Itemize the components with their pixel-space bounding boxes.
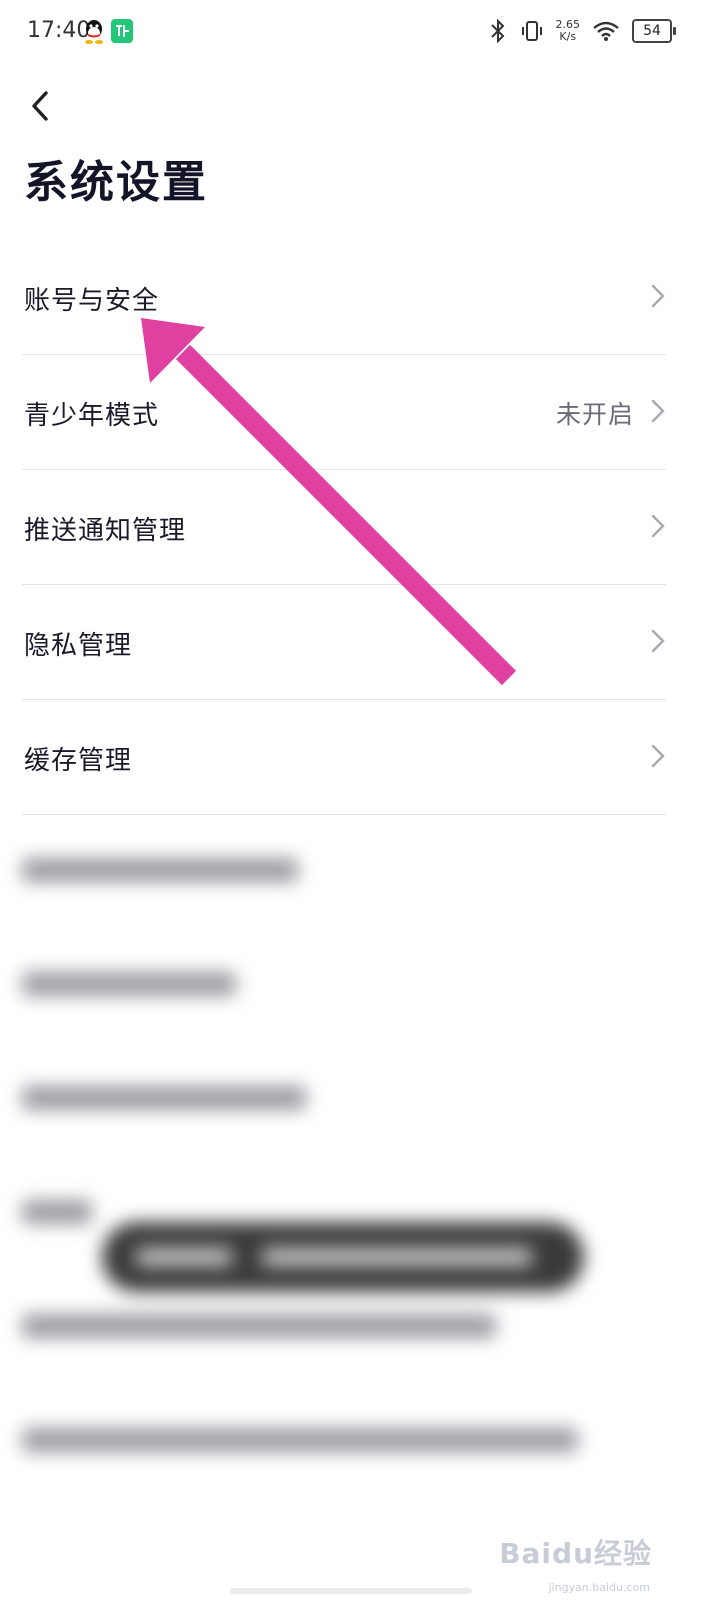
status-bar: 17:40 2.65 K/s 54 <box>0 0 702 64</box>
settings-item-value: 未开启 <box>555 400 634 429</box>
blurred-row <box>22 1040 666 1154</box>
network-speed-unit: K/s <box>559 30 577 43</box>
settings-item-label: 账号与安全 <box>24 286 160 316</box>
settings-item-cache[interactable]: 缓存管理 <box>22 700 666 815</box>
network-speed: 2.65 K/s <box>556 19 581 43</box>
settings-item-label: 青少年模式 <box>24 401 160 431</box>
page-title: 系统设置 <box>24 157 208 208</box>
chevron-right-icon <box>651 629 665 653</box>
vibrate-icon <box>521 21 542 41</box>
blurred-text <box>22 858 298 882</box>
settings-item-teen-mode[interactable]: 青少年模式 未开启 <box>22 355 666 470</box>
app-icon <box>111 19 133 43</box>
status-icons: 2.65 K/s 54 <box>488 16 676 46</box>
settings-item-label: 缓存管理 <box>24 746 133 776</box>
qq-icon <box>85 20 103 44</box>
settings-item-privacy[interactable]: 隐私管理 <box>22 585 666 700</box>
battery-icon: 54 <box>632 19 676 43</box>
settings-item-label: 隐私管理 <box>24 631 133 661</box>
blurred-text <box>22 1200 92 1224</box>
blurred-text <box>22 1428 578 1452</box>
back-button[interactable] <box>20 84 64 128</box>
bluetooth-icon <box>490 19 504 43</box>
blurred-text <box>22 1086 306 1110</box>
blurred-row <box>22 926 666 1040</box>
blurred-text <box>136 1248 232 1266</box>
blurred-text <box>262 1248 532 1266</box>
blurred-row <box>22 812 666 926</box>
blurred-row <box>22 1382 666 1496</box>
settings-item-account-security[interactable]: 账号与安全 <box>22 240 666 355</box>
chevron-right-icon <box>651 399 665 423</box>
settings-list: 账号与安全 青少年模式 未开启 推送通知管理 隐私管理 缓存管理 <box>22 240 666 815</box>
chevron-right-icon <box>651 284 665 308</box>
chevron-right-icon <box>651 514 665 538</box>
watermark: Baidu经验 <box>499 1537 652 1570</box>
settings-item-push-notifications[interactable]: 推送通知管理 <box>22 470 666 585</box>
wifi-icon <box>593 21 619 41</box>
watermark-sub: jingyan.baidu.com <box>548 1581 650 1594</box>
status-time: 17:40 <box>27 18 91 43</box>
toast <box>102 1222 584 1292</box>
blurred-text <box>22 1314 496 1338</box>
chevron-left-icon <box>32 91 48 121</box>
home-indicator[interactable] <box>230 1588 472 1594</box>
settings-item-label: 推送通知管理 <box>24 516 187 546</box>
chevron-right-icon <box>651 744 665 768</box>
blurred-text <box>22 972 236 996</box>
blurred-area <box>0 812 702 1600</box>
